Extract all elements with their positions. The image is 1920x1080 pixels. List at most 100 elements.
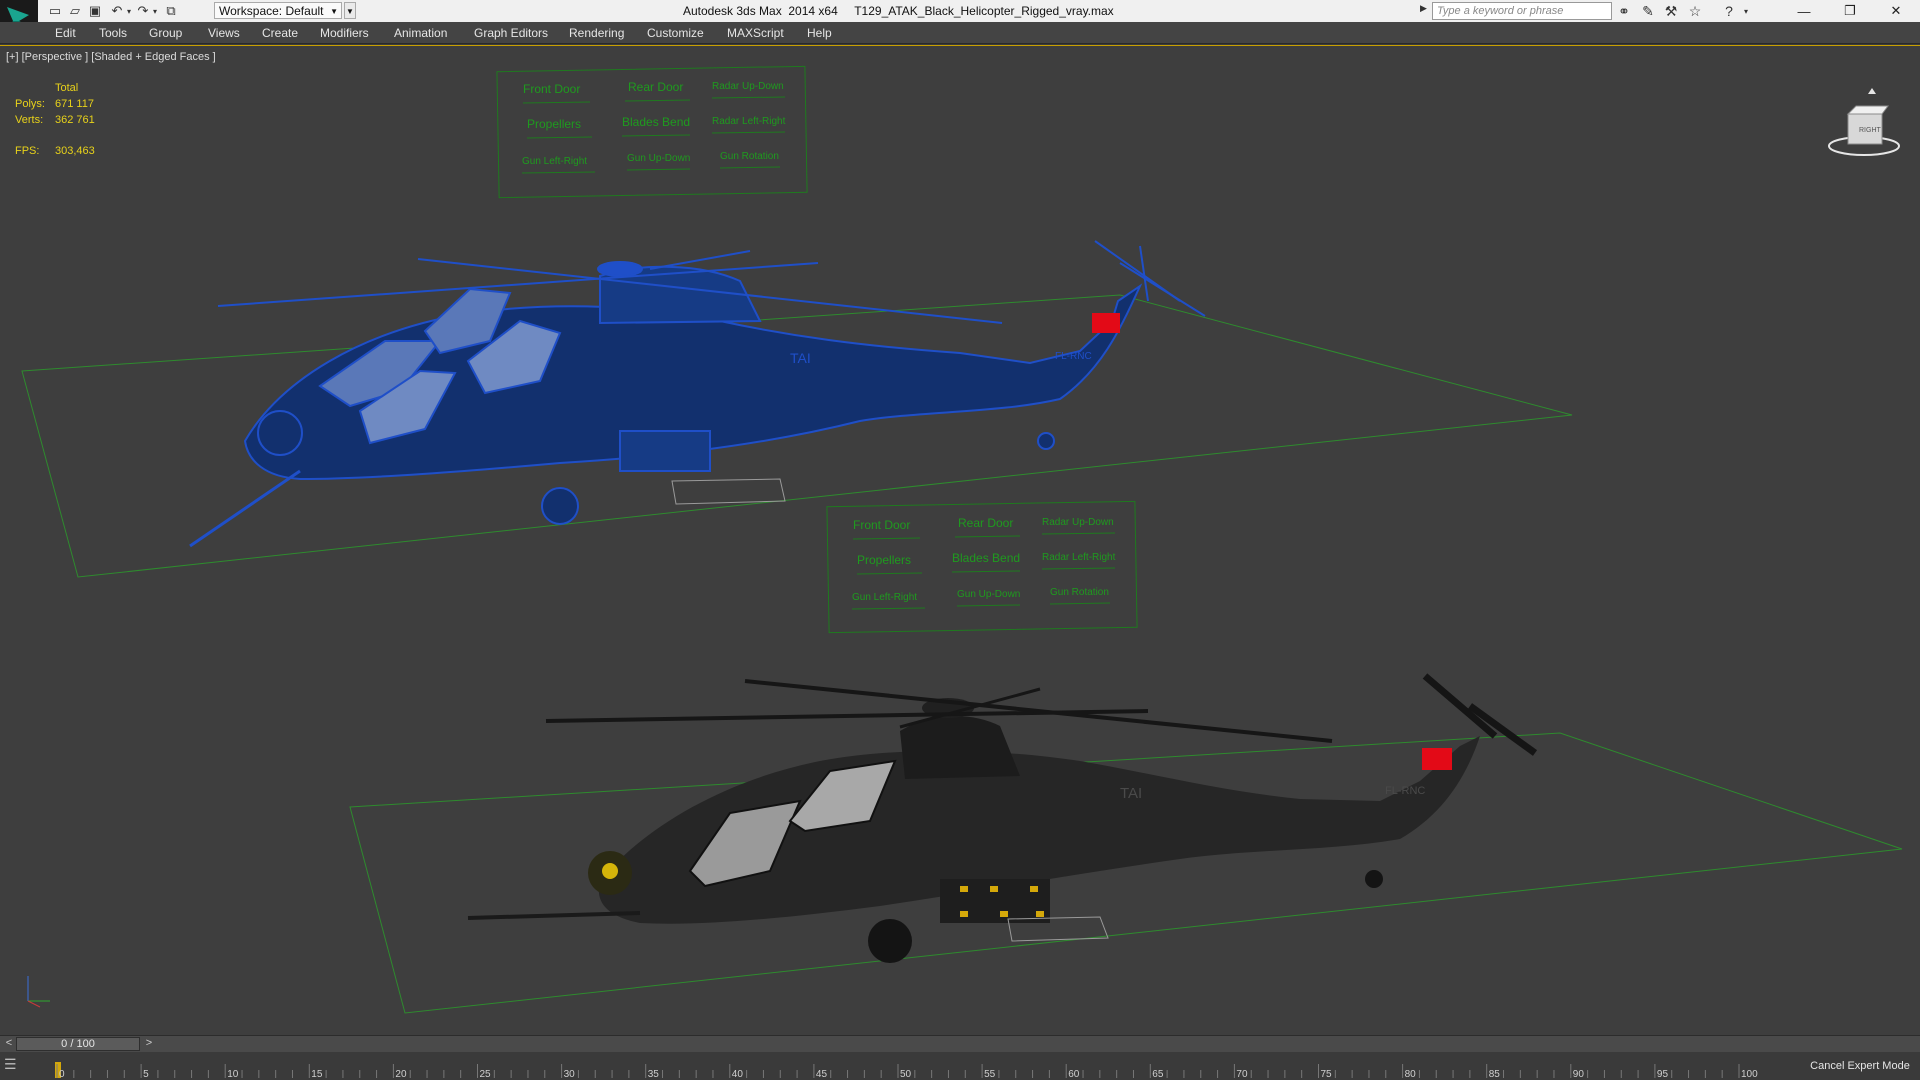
cancel-expert-mode-button[interactable]: Cancel Expert Mode [1800, 1052, 1920, 1080]
stats-total-label: Total [55, 82, 79, 94]
ctrl-gun-up-down[interactable]: Gun Up-Down [627, 153, 690, 164]
scene-canvas[interactable]: FL-RNC TAI FL-RNC TAI Front Door Rear Do… [0, 46, 1920, 1036]
ctrl-radar-up-down[interactable]: Radar Up-Down [712, 81, 784, 92]
frame-tick-label: 80 [1405, 1069, 1417, 1080]
time-slider[interactable]: < 0 / 100 > [0, 1035, 1920, 1053]
frame-tick-label: 55 [984, 1069, 996, 1080]
ctrl-rear-door-2[interactable]: Rear Door [958, 516, 1013, 530]
menu-customize[interactable]: Customize [647, 26, 704, 40]
stats-verts-value: 362 761 [55, 114, 95, 126]
frame-tick-label: 75 [1321, 1069, 1333, 1080]
stats-verts-label: Verts: [15, 114, 44, 126]
menu-animation[interactable]: Animation [394, 26, 447, 40]
ctrl-rear-door[interactable]: Rear Door [628, 80, 683, 94]
ctrl-radar-left-right-2[interactable]: Radar Left-Right [1042, 552, 1116, 563]
help-dropdown-icon[interactable]: ▾ [1737, 2, 1755, 20]
ctrl-front-door-2[interactable]: Front Door [853, 518, 910, 532]
frame-tick-label: 40 [732, 1069, 744, 1080]
help-icon[interactable]: ? [1720, 2, 1738, 20]
control-panel-top: Front Door Rear Door Radar Up-Down Prope… [521, 80, 786, 174]
turkish-flag-icon [1092, 313, 1120, 333]
frame-tick-label: 50 [900, 1069, 912, 1080]
menu-maxscript[interactable]: MAXScript [727, 26, 784, 40]
menu-bar: Edit Tools Group Views Create Modifiers … [0, 22, 1920, 44]
ctrl-gun-left-right-2[interactable]: Gun Left-Right [852, 592, 917, 603]
new-file-icon[interactable]: ▭ [46, 2, 64, 20]
search-input[interactable]: Type a keyword or phrase [1432, 2, 1612, 20]
frame-tick-label: 0 [59, 1069, 65, 1080]
menu-edit[interactable]: Edit [55, 26, 76, 40]
axis-tripod-icon [27, 976, 50, 1008]
stats-polys-value: 671 117 [55, 98, 94, 110]
frame-tick-label: 60 [1068, 1069, 1080, 1080]
viewcube-icon[interactable]: RIGHT [1826, 86, 1906, 166]
window-title: Autodesk 3ds Max 2014 x64 T129_ATAK_Blac… [683, 4, 1114, 18]
mini-curve-editor-icon[interactable]: ☰ [4, 1056, 38, 1076]
stats-fps-value: 303,463 [55, 145, 95, 157]
project-folder-icon[interactable]: ⧉ [162, 2, 180, 20]
tai-mark-shaded: TAI [1120, 785, 1142, 802]
ctrl-propellers[interactable]: Propellers [527, 117, 581, 131]
ctrl-radar-left-right[interactable]: Radar Left-Right [712, 116, 786, 127]
ctrl-gun-up-down-2[interactable]: Gun Up-Down [957, 589, 1020, 600]
frame-ruler[interactable]: 0 5 10 15 20 25 30 35 40 45 50 55 60 65 70 75 80 85 90 95 10… [55, 1052, 1795, 1080]
frame-tick-label: 85 [1489, 1069, 1501, 1080]
ctrl-gun-left-right[interactable]: Gun Left-Right [522, 156, 587, 167]
customize-quick-access-icon[interactable]: ▼ [344, 2, 356, 19]
wireframe-helicopter: FL-RNC TAI [189, 240, 1206, 548]
turkish-flag-icon [1422, 748, 1452, 770]
frame-tick-label: 30 [564, 1069, 576, 1080]
frame-tick-label: 35 [648, 1069, 660, 1080]
frame-tick-label: 15 [311, 1069, 323, 1080]
frame-tick-label: 100 [1741, 1069, 1758, 1080]
open-file-icon[interactable]: ▱ [66, 2, 84, 20]
frame-tick-label: 45 [816, 1069, 828, 1080]
frame-tick-label: 25 [480, 1069, 492, 1080]
frame-tick-label: 65 [1152, 1069, 1164, 1080]
communication-icon[interactable]: ⚒ [1662, 2, 1680, 20]
subscription-icon[interactable]: ✎ [1639, 2, 1657, 20]
menu-group[interactable]: Group [149, 26, 182, 40]
stats-fps-label: FPS: [15, 145, 40, 157]
viewport-label-menu[interactable]: [+] [Perspective ] [Shaded + Edged Faces… [6, 51, 216, 63]
frame-tick-label: 90 [1573, 1069, 1585, 1080]
menu-rendering[interactable]: Rendering [569, 26, 624, 40]
close-icon[interactable]: ✕ [1873, 0, 1919, 22]
menu-help[interactable]: Help [807, 26, 832, 40]
frame-tick-label: 95 [1657, 1069, 1669, 1080]
frame-tick-label: 10 [227, 1069, 239, 1080]
ctrl-propellers-2[interactable]: Propellers [857, 553, 911, 567]
frame-tick-label: 70 [1236, 1069, 1248, 1080]
time-next-button[interactable]: > [142, 1037, 156, 1051]
favorites-star-icon[interactable]: ☆ [1686, 2, 1704, 20]
shaded-helicopter: FL-RNC TAI [467, 673, 1538, 963]
menu-tools[interactable]: Tools [99, 26, 127, 40]
menu-create[interactable]: Create [262, 26, 298, 40]
save-file-icon[interactable]: ▣ [86, 2, 104, 20]
trackbar[interactable]: ☰ 0 5 10 15 20 25 30 35 40 45 50 55 60 65 70 75 80 85 90 95… [0, 1052, 1920, 1080]
search-placeholder: Type a keyword or phrase [1437, 5, 1564, 17]
menu-views[interactable]: Views [208, 26, 240, 40]
minimize-icon[interactable]: — [1781, 0, 1827, 22]
ctrl-gun-rotation[interactable]: Gun Rotation [720, 151, 779, 162]
stats-polys-label: Polys: [15, 98, 45, 110]
menu-graph-editors[interactable]: Graph Editors [474, 26, 548, 40]
ctrl-blades-bend-2[interactable]: Blades Bend [952, 551, 1020, 565]
ctrl-blades-bend[interactable]: Blades Bend [622, 115, 690, 129]
menu-modifiers[interactable]: Modifiers [320, 26, 369, 40]
title-bar: ▭ ▱ ▣ ↶ ▾ ↷ ▾ ⧉ Workspace: Default ▼ ▼ A… [0, 0, 1920, 22]
home-icon [1868, 88, 1876, 94]
perspective-viewport[interactable]: FL-RNC TAI FL-RNC TAI Front Door Rear Do… [0, 45, 1920, 1035]
ctrl-front-door[interactable]: Front Door [523, 82, 580, 96]
restore-icon[interactable]: ❐ [1827, 0, 1873, 22]
search-expand-icon[interactable]: ▶ [1420, 3, 1427, 14]
time-prev-button[interactable]: < [2, 1037, 16, 1051]
viewcube-face-label: RIGHT [1859, 127, 1882, 134]
workspace-dropdown[interactable]: Workspace: Default ▼ [214, 2, 342, 19]
time-slider-thumb[interactable]: 0 / 100 [16, 1037, 140, 1051]
tail-code-shaded: FL-RNC [1385, 785, 1425, 797]
ctrl-gun-rotation-2[interactable]: Gun Rotation [1050, 587, 1109, 598]
control-panel-bottom: Front Door Rear Door Radar Up-Down Prope… [851, 516, 1116, 610]
ctrl-radar-up-down-2[interactable]: Radar Up-Down [1042, 517, 1114, 528]
binoculars-icon[interactable]: ⚭ [1615, 2, 1633, 20]
